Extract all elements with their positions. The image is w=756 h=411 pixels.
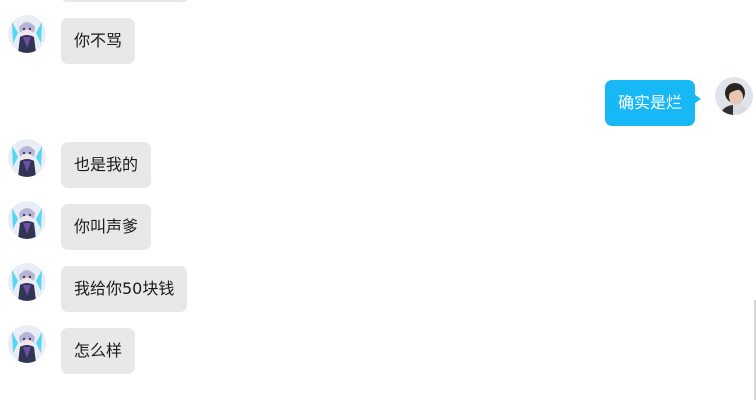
message-text: 怎么样: [74, 341, 123, 360]
contact-avatar[interactable]: [8, 15, 46, 53]
user-avatar[interactable]: [715, 77, 753, 115]
chat-message-list: 你不骂 确实是烂 也是我的 你叫声爹 我给你50块钱 怎么样: [0, 0, 756, 411]
bubble-tail: [694, 94, 702, 104]
message-text: 我给你50块钱: [74, 279, 175, 298]
contact-avatar[interactable]: [8, 325, 46, 363]
contact-avatar[interactable]: [8, 263, 46, 301]
message-text: 你不骂: [74, 31, 123, 50]
contact-avatar[interactable]: [8, 201, 46, 239]
previous-message-bubble-fragment: [60, 0, 190, 2]
message-bubble[interactable]: 你叫声爹: [61, 204, 152, 250]
message-bubble[interactable]: 你不骂: [61, 18, 136, 64]
message-text: 你叫声爹: [74, 217, 139, 236]
message-bubble[interactable]: 怎么样: [61, 328, 136, 374]
message-text: 确实是烂: [618, 93, 683, 112]
contact-avatar[interactable]: [8, 139, 46, 177]
message-bubble[interactable]: 也是我的: [61, 142, 152, 188]
message-bubble[interactable]: 确实是烂: [605, 80, 702, 126]
message-text: 也是我的: [74, 155, 139, 174]
message-bubble[interactable]: 我给你50块钱: [61, 266, 188, 312]
